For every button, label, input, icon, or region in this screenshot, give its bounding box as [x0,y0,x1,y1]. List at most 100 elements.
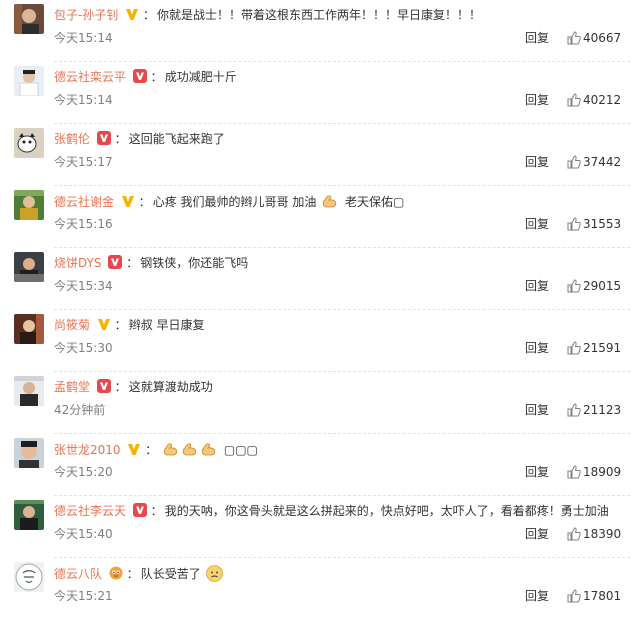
like-button[interactable]: 21123 [567,402,621,418]
separator-colon: ： [138,195,151,209]
comment-text: 心疼 我们最帅的辫儿哥哥 加油 [152,195,317,209]
avatar[interactable] [14,66,44,96]
avatar[interactable] [14,562,44,592]
fan-medal-icon [109,566,123,580]
like-count: 18390 [583,527,622,541]
comment-item: 德云社李云天 ：我的天呐，你这骨头就是这么拼起来的，快点好吧，太吓人了，看着都疼… [0,496,642,558]
username[interactable]: 德云社李云天 [54,504,126,518]
thumbs-up-icon [567,527,581,541]
username[interactable]: 尚筱菊 [54,318,90,332]
like-button[interactable]: 18390 [567,526,621,542]
muscle-emoji-icon [200,441,217,458]
like-count: 17801 [583,589,622,603]
comment-item: 德云社谢金 ：心疼 我们最帅的辫儿哥哥 加油 老天保佑▢ 今天15:16 回复 … [0,186,642,248]
like-count: 21123 [583,403,622,417]
like-count: 40212 [583,93,622,107]
avatar[interactable] [14,128,44,158]
comment-text: 我的天呐，你这骨头就是这么拼起来的，快点好吧，太吓人了，看着都疼！勇士加油 [164,504,609,518]
comment-list: 包子-孙子钊 ：你就是战士！！带着这根东西工作两年！！！早日康复！！！ 今天15… [0,0,642,615]
like-button[interactable]: 29015 [567,278,621,294]
avatar[interactable] [14,500,44,530]
avatar[interactable] [14,376,44,406]
comment-time: 今天15:14 [54,31,113,45]
reply-button[interactable]: 回复 [525,526,549,542]
username[interactable]: 德云社栾云平 [54,70,126,84]
separator-colon: ： [150,70,163,84]
separator-colon: ： [126,567,139,581]
reply-button[interactable]: 回复 [525,154,549,170]
verified-gold-v-icon [125,7,139,21]
comment-time: 42分钟前 [54,403,106,417]
comment-text: 钢铁侠，你还能飞吗 [140,256,249,270]
comment-time: 今天15:16 [54,217,113,231]
comment-time: 今天15:30 [54,341,113,355]
username[interactable]: 包子-孙子钊 [54,8,118,22]
like-count: 40667 [583,31,622,45]
username[interactable]: 德云八队 [54,567,102,581]
separator-colon: ： [143,8,156,22]
comment-time: 今天15:34 [54,279,113,293]
avatar[interactable] [14,314,44,344]
thumbs-up-icon [567,465,581,479]
comment-text: 辫叔 早日康复 [128,318,205,332]
username[interactable]: 张鹤伦 [54,132,90,146]
reply-button[interactable]: 回复 [525,216,549,232]
separator-colon: ： [145,443,158,457]
comment-item: 包子-孙子钊 ：你就是战士！！带着这根东西工作两年！！！早日康复！！！ 今天15… [0,0,642,62]
reply-button[interactable]: 回复 [525,340,549,356]
reply-button[interactable]: 回复 [525,278,549,294]
like-button[interactable]: 17801 [567,588,621,604]
avatar[interactable] [14,4,44,34]
like-button[interactable]: 31553 [567,216,621,232]
separator-colon: ： [114,380,127,394]
reply-button[interactable]: 回复 [525,92,549,108]
verified-red-v-icon [96,379,111,393]
comment-time: 今天15:17 [54,155,113,169]
comment-item: 孟鹤堂 ：这就算渡劫成功 42分钟前 回复 21123 [0,372,642,434]
like-button[interactable]: 40667 [567,30,621,46]
reply-button[interactable]: 回复 [525,588,549,604]
reply-button[interactable]: 回复 [525,30,549,46]
like-count: 18909 [583,465,622,479]
verified-gold-v-icon [121,194,135,208]
verified-red-v-icon [96,131,111,145]
muscle-emoji-icon [181,441,198,458]
separator-colon: ： [114,318,127,332]
comment-item: 张鹤伦 ：这回能飞起来跑了 今天15:17 回复 37442 [0,124,642,186]
verified-red-v-icon [132,503,147,517]
like-button[interactable]: 37442 [567,154,621,170]
username[interactable]: 烧饼DYS [54,256,102,270]
avatar[interactable] [14,190,44,220]
comment-time: 今天15:21 [54,589,113,603]
avatar[interactable] [14,438,44,468]
separator-colon: ： [150,504,163,518]
thumbs-up-icon [567,403,581,417]
reply-button[interactable]: 回复 [525,464,549,480]
username[interactable]: 孟鹤堂 [54,380,90,394]
thumbs-up-icon [567,341,581,355]
verified-red-v-icon [108,255,123,269]
worried-face-emoji-icon [205,565,223,582]
separator-colon: ： [114,132,127,146]
thumbs-up-icon [567,31,581,45]
like-count: 29015 [583,279,622,293]
username[interactable]: 张世龙2010 [54,443,121,457]
like-button[interactable]: 18909 [567,464,621,480]
reply-button[interactable]: 回复 [525,402,549,418]
thumbs-up-icon [567,93,581,107]
comment-item: 烧饼DYS ：钢铁侠，你还能飞吗 今天15:34 回复 29015 [0,248,642,310]
muscle-emoji-icon [321,193,338,210]
avatar[interactable] [14,252,44,282]
separator-colon: ： [126,256,139,270]
verified-gold-v-icon [127,442,141,456]
comment-time: 今天15:40 [54,527,113,541]
like-button[interactable]: 21591 [567,340,621,356]
username[interactable]: 德云社谢金 [54,195,114,209]
thumbs-up-icon [567,155,581,169]
comment-text-tail: 老天保佑▢ [344,195,405,209]
like-button[interactable]: 40212 [567,92,621,108]
comment-text: 成功减肥十斤 [164,70,237,84]
muscle-emoji-icon [162,441,179,458]
comment-text: 队长受苦了 [140,567,201,581]
comment-time: 今天15:20 [54,465,113,479]
